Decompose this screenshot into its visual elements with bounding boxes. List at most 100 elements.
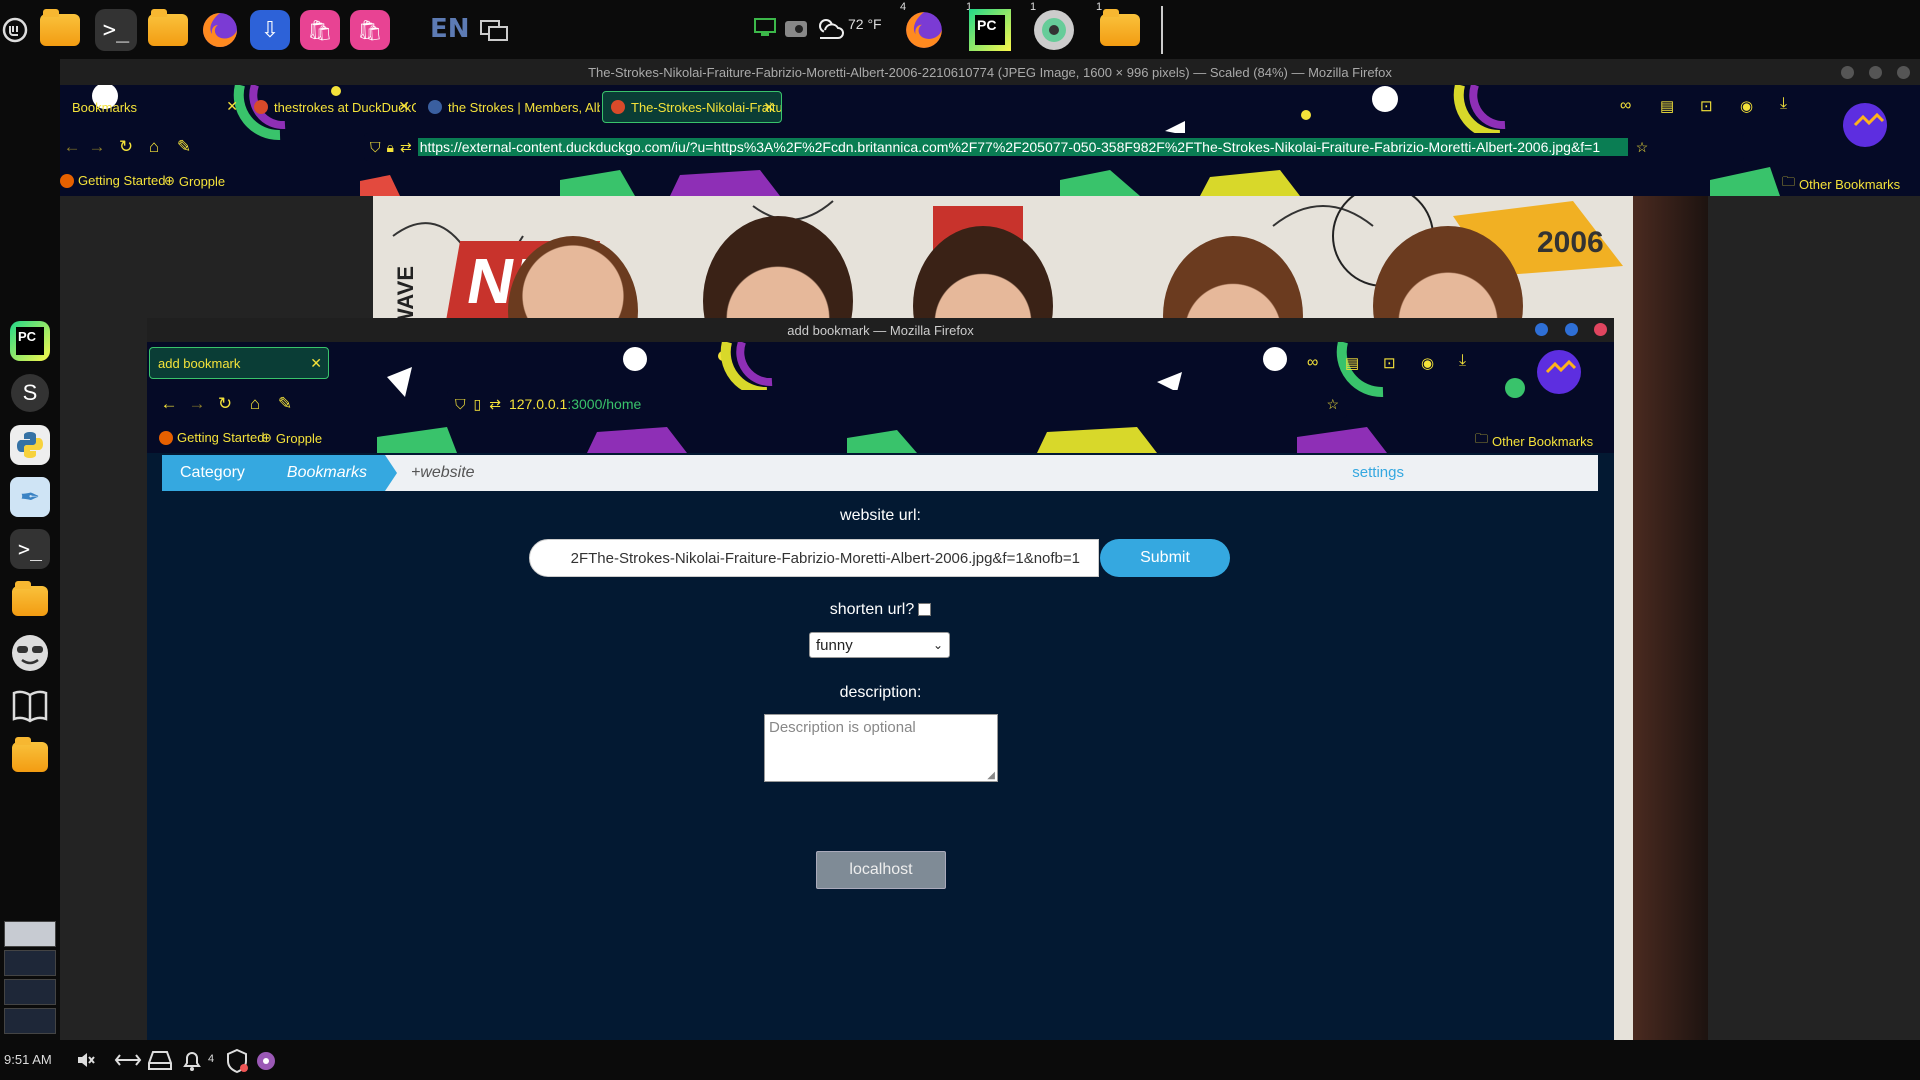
network-arrows-icon[interactable] [114,1050,142,1070]
tab-jpeg-image[interactable]: The-Strokes-Nikolai-Fraiture ✕ [602,91,782,123]
nav-bookmarks[interactable]: Bookmarks [262,455,397,491]
outer-url-text[interactable]: https://external-content.duckduckgo.com/… [417,138,1628,156]
book-reader-dock-icon[interactable] [6,681,54,729]
inner-url-host[interactable]: 127.0.0.1 [509,396,567,412]
permissions-icon[interactable]: ⇄ [489,396,501,413]
submit-button[interactable]: Submit [1100,539,1230,577]
tab-bookmarks[interactable]: Bookmarks ✕ [64,91,244,123]
nav-settings[interactable]: settings [1352,464,1404,481]
close-button[interactable] [1897,66,1910,79]
sunglasses-face-dock-icon[interactable] [6,629,54,677]
bookmark-star-icon[interactable]: ☆ [1326,396,1339,413]
description-textarea[interactable]: Description is optional ◢ [764,714,998,782]
extension-mask-icon[interactable]: ∞ [1307,354,1318,372]
outer-url-bar[interactable]: ⛉ 🔒︎ ⇄ https://external-content.duckduck… [364,133,1744,161]
extension-mask-icon[interactable]: ∞ [1620,97,1631,115]
python-dock-icon[interactable] [6,421,54,469]
store-bag-icon-2[interactable]: 🛍 [346,6,394,54]
files-running-icon[interactable] [1096,6,1144,54]
home-button[interactable]: ⌂ [144,137,164,157]
close-tab-icon[interactable]: ✕ [310,355,322,372]
shorten-url-checkbox[interactable] [918,603,932,617]
bookmark-star-icon[interactable]: ☆ [1636,139,1649,156]
workspace-3[interactable] [4,979,56,1005]
maximize-button[interactable] [1565,323,1578,336]
bookmark-gropple[interactable]: ⊕ Gropple [164,173,225,189]
firefox-launcher-icon[interactable] [196,6,244,54]
terminal-launcher-icon[interactable]: >_ [92,6,140,54]
close-tab-icon[interactable]: ✕ [763,99,775,116]
other-bookmarks-folder[interactable]: 🗀 Other Bookmarks [1475,430,1593,452]
permissions-icon[interactable]: ⇄ [400,139,412,156]
workspace-2[interactable] [4,950,56,976]
s-app-dock-icon[interactable]: S [6,369,54,417]
pycharm-dock-icon[interactable]: PC [6,317,54,365]
monitor-icon[interactable] [754,18,776,38]
minimize-button[interactable] [1535,323,1548,336]
inner-url-bar[interactable]: ⛉ ▯ ⇄ 127.0.0.1 :3000/home ☆ [447,390,1347,418]
cast-icon[interactable]: ⊡ [1700,97,1713,115]
bookmark-getting-started[interactable]: Getting Started [60,173,165,188]
inner-window-titlebar[interactable]: add bookmark — Mozilla Firefox [147,318,1614,342]
close-tab-icon[interactable]: ✕ [398,98,410,115]
reload-button[interactable]: ↻ [215,394,235,414]
category-select[interactable]: funny ⌄ [809,632,950,658]
website-url-input[interactable]: 2FThe-Strokes-Nikolai-Fraiture-Fabrizio-… [529,539,1099,577]
tracking-shield-icon[interactable]: ⛉ [370,139,381,156]
bookmark-getting-started[interactable]: Getting Started [159,430,264,445]
terminal-dock-icon[interactable]: >_ [6,525,54,573]
extension-icon[interactable]: ✎ [275,394,295,414]
localhost-button[interactable]: localhost [816,851,946,889]
downloads-icon[interactable]: ⤓ [1459,352,1466,370]
tray-app-icon[interactable] [256,1051,276,1071]
back-button[interactable]: ← [159,394,179,414]
workspace-4[interactable] [4,1008,56,1034]
bookmark-gropple[interactable]: ⊕ Gropple [261,430,322,446]
cast-icon[interactable]: ⊡ [1383,354,1396,372]
inner-url-path[interactable]: :3000/home [567,396,641,412]
disk-app-running-icon[interactable] [1030,6,1078,54]
folder-launcher-icon[interactable] [144,6,192,54]
close-tab-icon[interactable]: ✕ [226,98,238,115]
feather-app-dock-icon[interactable]: ✒ [6,473,54,521]
downloads-icon[interactable]: ⤓ [1780,95,1787,113]
resize-handle-icon[interactable]: ◢ [987,770,995,781]
workspace-1[interactable] [4,921,56,947]
lock-icon[interactable]: 🔒︎ [387,139,394,156]
extension-icon[interactable]: ✎ [174,137,194,157]
tab-britannica[interactable]: the Strokes | Members, Albu [420,91,600,123]
website-url-value[interactable]: 2FThe-Strokes-Nikolai-Fraiture-Fabrizio-… [571,550,1080,567]
minimize-button[interactable] [1841,66,1854,79]
page-icon[interactable]: ▯ [474,396,482,413]
mute-icon[interactable] [76,1050,96,1070]
reader-view-icon[interactable]: ▤ [1660,97,1674,115]
close-button[interactable] [1594,323,1607,336]
weather-temperature[interactable]: 72 °F [848,16,882,32]
nav-add-website[interactable]: +website [411,464,475,482]
drive-tray-icon[interactable] [146,1049,174,1071]
drive-icon[interactable] [784,20,808,38]
pycharm-running-icon[interactable]: PC [966,6,1014,54]
forward-button[interactable]: → [187,394,207,414]
tab-add-bookmark[interactable]: add bookmark ✕ [149,347,329,379]
nav-category[interactable]: Category [162,455,275,491]
forward-button[interactable]: → [87,137,107,157]
files-launcher-icon[interactable] [36,6,84,54]
keyboard-language-indicator[interactable]: EN [430,14,470,44]
store-bag-icon[interactable]: 🛍 [296,6,344,54]
tab-duckduckgo[interactable]: thestrokes at DuckDuckGo ✕ [246,91,416,123]
window-switcher-icon[interactable] [470,6,518,54]
folder-dock-icon[interactable] [6,733,54,781]
mint-menu-icon[interactable] [0,6,30,54]
home-button[interactable]: ⌂ [245,394,265,414]
reader-view-icon[interactable]: ▤ [1345,354,1359,372]
outer-window-titlebar[interactable]: The-Strokes-Nikolai-Fraiture-Fabrizio-Mo… [60,59,1920,85]
notifications-bell-icon[interactable] [180,1048,204,1072]
firefox-running-icon[interactable] [900,6,948,54]
account-icon[interactable]: ◉ [1421,354,1434,372]
back-button[interactable]: ← [62,137,82,157]
other-bookmarks-folder[interactable]: 🗀 Other Bookmarks [1782,173,1900,195]
tracking-shield-icon[interactable]: ⛉ [455,396,466,413]
maximize-button[interactable] [1869,66,1882,79]
software-manager-icon[interactable]: ⇩ [246,6,294,54]
